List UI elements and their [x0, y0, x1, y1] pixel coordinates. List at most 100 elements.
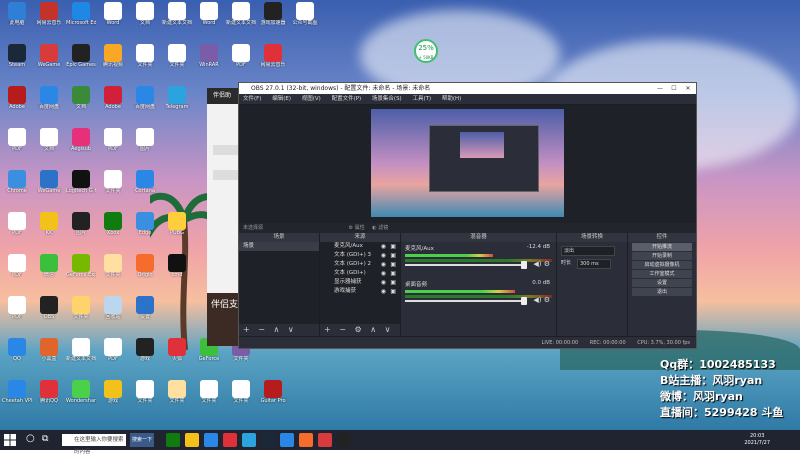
taskbar-active-app[interactable]: 搜索一下 — [130, 433, 154, 447]
desktop-icon[interactable]: Logitech G HUB — [66, 170, 96, 204]
virtual-camera-button[interactable]: 启动虚拟摄像机 — [632, 261, 692, 269]
desktop-icon[interactable]: 文件夹 — [226, 380, 256, 414]
desktop-icon[interactable]: 文档 — [34, 128, 64, 162]
menu-scene-collection[interactable]: 场景集合(S) — [372, 96, 402, 102]
scene-up-button[interactable]: ∧ — [274, 325, 280, 334]
desktop-icon[interactable]: 火狐 — [162, 338, 192, 372]
desktop-icon[interactable]: 新建文本文档 — [66, 338, 96, 372]
menu-edit[interactable]: 编辑(E) — [272, 96, 291, 102]
desktop-icon[interactable]: 网易云音乐 — [34, 2, 64, 36]
netease-icon[interactable] — [223, 433, 237, 447]
duration-input[interactable]: 300 ms — [577, 259, 611, 269]
desktop-icon[interactable]: 小黑盒 — [34, 338, 64, 372]
menu-tools[interactable]: 工具(T) — [412, 96, 431, 102]
desktop-icon[interactable]: PDF — [2, 296, 32, 330]
desktop-icon[interactable]: cmd — [162, 254, 192, 288]
desktop-icon[interactable]: Chrome — [2, 170, 32, 204]
start-recording-button[interactable]: 开始录制 — [632, 252, 692, 260]
obs-window[interactable]: OBS 27.0.1 (32-bit, windows) - 配置文件: 未命名… — [238, 82, 697, 349]
eye-icon[interactable]: ◉ — [381, 242, 386, 251]
desktop-icon[interactable]: 微信 — [34, 254, 64, 288]
settings-button[interactable]: 设置 — [632, 279, 692, 287]
eye-icon[interactable]: ◉ — [381, 260, 386, 269]
scenes-list[interactable]: 场景 — [239, 242, 319, 324]
obs-icon[interactable] — [337, 433, 351, 447]
desktop-icon[interactable]: OBS — [34, 296, 64, 330]
volume-slider[interactable] — [405, 261, 527, 269]
maximize-button[interactable]: ☐ — [668, 83, 680, 94]
desktop-icon[interactable]: 图片 — [130, 128, 160, 162]
filters-button[interactable]: ◐ 滤镜 — [372, 225, 388, 231]
remove-source-button[interactable]: − — [339, 325, 346, 334]
desktop-icon[interactable]: 文件夹 — [98, 254, 128, 288]
source-item[interactable]: 文本 (GDI+) 2 ◉ ▣ — [320, 260, 400, 269]
add-source-button[interactable]: + — [324, 325, 331, 334]
sources-list[interactable]: 麦克风/Aux ◉ ▣ 文本 (GDI+) 3 ◉ ▣ 文本 (GDI+) 2 ◉ ▣ 文本… — [320, 242, 400, 324]
file-explorer-icon[interactable] — [185, 433, 199, 447]
desktop-icon[interactable]: WeGame — [34, 44, 64, 78]
lock-icon[interactable]: ▣ — [390, 287, 396, 296]
xbox-icon[interactable] — [166, 433, 180, 447]
store-icon[interactable] — [204, 433, 218, 447]
desktop-icon[interactable]: 文件夹 — [162, 380, 192, 414]
desktop-icon[interactable]: Cheetah VPN — [2, 380, 32, 414]
desktop-icon[interactable]: Microsoft Edge — [66, 2, 96, 36]
desktop-icon[interactable]: 新建文本文档 — [162, 2, 192, 36]
minimize-button[interactable]: — — [654, 83, 666, 94]
mute-icon[interactable]: ◀) ⚙ — [533, 296, 550, 304]
firefox-icon[interactable] — [299, 433, 313, 447]
taskbar-search[interactable]: 在这里输入你要搜索的内容 — [62, 434, 126, 455]
desktop-icon[interactable]: Cortana — [130, 170, 160, 204]
desktop-icon[interactable]: PUBG — [162, 212, 192, 246]
menu-help[interactable]: 帮助(H) — [442, 96, 461, 102]
volume-knob[interactable] — [521, 261, 527, 269]
desktop-icon[interactable]: 腾讯QQ — [34, 380, 64, 414]
exit-button[interactable]: 退出 — [632, 288, 692, 296]
desktop-icon[interactable]: PDF — [2, 254, 32, 288]
desktop-icon[interactable]: GeForce Experience — [66, 254, 96, 288]
desktop-icon[interactable]: KK — [34, 212, 64, 246]
desktop-icon[interactable]: 公众号截图 — [290, 2, 320, 36]
source-item[interactable]: 游戏捕获 ◉ ▣ — [320, 287, 400, 296]
desktop-icon[interactable]: 新建文本文档 — [226, 2, 256, 36]
menu-file[interactable]: 文件(F) — [243, 96, 261, 102]
obs-titlebar[interactable]: OBS 27.0.1 (32-bit, windows) - 配置文件: 未命名… — [239, 83, 696, 94]
properties-button[interactable]: ⚙ 属性 — [349, 225, 365, 231]
source-item[interactable]: 麦克风/Aux ◉ ▣ — [320, 242, 400, 251]
mute-icon[interactable]: ◀) ⚙ — [533, 260, 550, 268]
source-item[interactable]: 显示器捕获 ◉ ▣ — [320, 278, 400, 287]
lock-icon[interactable]: ▣ — [390, 260, 396, 269]
desktop-icon[interactable]: 文件夹 — [130, 44, 160, 78]
desktop-icon[interactable]: PDF — [98, 338, 128, 372]
remove-scene-button[interactable]: − — [258, 325, 265, 334]
lock-icon[interactable]: ▣ — [390, 251, 396, 260]
source-down-button[interactable]: ∨ — [385, 325, 391, 334]
desktop-icon[interactable]: 文件夹 — [194, 380, 224, 414]
desktop-icon[interactable]: 百度网盘 — [34, 86, 64, 120]
desktop-icon[interactable]: 文件夹 — [66, 296, 96, 330]
desktop-icon[interactable]: Epic Games — [66, 44, 96, 78]
transition-type[interactable]: 淡出 — [557, 246, 627, 256]
desktop-icon[interactable]: PDF — [2, 128, 32, 162]
desktop-icon[interactable]: Steam — [2, 44, 32, 78]
desktop-icon[interactable]: 游戏加速器 — [258, 2, 288, 36]
search-icon[interactable]: ○ — [26, 433, 35, 444]
desktop-icon[interactable]: 游戏 — [98, 380, 128, 414]
desktop-icon[interactable]: Guitar Pro — [258, 380, 288, 414]
task-view-icon[interactable]: ⧉ — [42, 434, 48, 444]
desktop-icon[interactable]: Adobe — [98, 86, 128, 120]
scene-down-button[interactable]: ∨ — [288, 325, 294, 334]
desktop-icon[interactable]: 网易云音乐 — [258, 44, 288, 78]
eye-icon[interactable]: ◉ — [381, 287, 386, 296]
desktop-icon[interactable]: Word — [194, 2, 224, 36]
desktop-icon[interactable]: Aegisub — [66, 128, 96, 162]
desktop-icon[interactable]: Origin — [130, 254, 160, 288]
desktop-icon[interactable]: Xbox — [98, 212, 128, 246]
desktop-icon[interactable]: Word — [98, 2, 128, 36]
start-streaming-button[interactable]: 开始推流 — [632, 243, 692, 251]
side-app-row[interactable] — [213, 145, 241, 155]
eye-icon[interactable]: ◉ — [381, 278, 386, 287]
source-up-button[interactable]: ∧ — [370, 325, 376, 334]
source-item[interactable]: 文本 (GDI+) 3 ◉ ▣ — [320, 251, 400, 260]
lock-icon[interactable]: ▣ — [390, 278, 396, 287]
